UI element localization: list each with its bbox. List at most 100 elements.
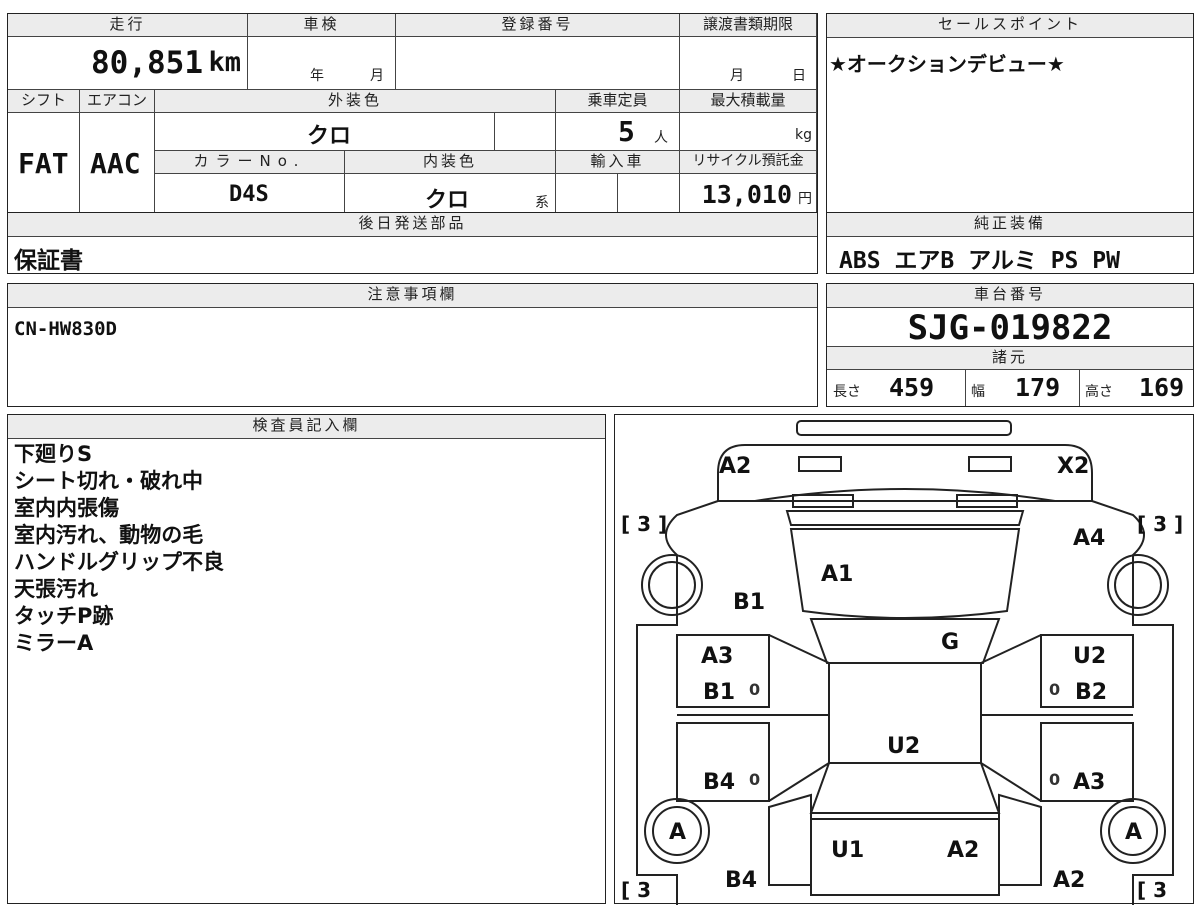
- specs-width-cell: 幅 179: [965, 369, 1080, 406]
- deadline-header: 譲渡書類期限: [680, 14, 817, 37]
- specs-height-cell: 高さ 169: [1079, 369, 1193, 406]
- mileage-unit: km: [208, 47, 241, 78]
- mark-b4-left: B4: [703, 770, 735, 795]
- mark-b1-door: B1: [703, 680, 735, 705]
- capacity-value: 5: [618, 115, 635, 148]
- specs-header: 諸元: [827, 346, 1193, 370]
- inspector-box: 検査員記入欄 下廻りS シート切れ・破れ中 室内内張傷 室内汚れ、動物の毛 ハン…: [7, 414, 606, 904]
- mark-a2-bottom-right: A2: [1053, 868, 1085, 893]
- wheel-front-right: [1107, 554, 1169, 616]
- height-label: 高さ: [1085, 384, 1113, 400]
- deadline-day-unit: 日: [792, 68, 806, 84]
- aircon-header: エアコン: [80, 90, 155, 113]
- max-load-header: 最大積載量: [680, 90, 817, 113]
- aircon-value: AAC: [90, 147, 141, 180]
- interior-color-value: クロ: [425, 188, 470, 213]
- inspection-month-unit: 月: [370, 68, 384, 84]
- registration-header: 登録番号: [396, 14, 680, 37]
- inspection-year-unit: 年: [310, 68, 324, 84]
- exterior-color-header: 外装色: [155, 90, 556, 113]
- cabin-front-pillar: [809, 618, 1001, 664]
- recycle-header: リサイクル預託金: [680, 151, 817, 174]
- selling-points-header: セールスポイント: [827, 14, 1193, 38]
- inspector-header: 検査員記入欄: [8, 415, 605, 439]
- zero-mark-2: 0: [1049, 680, 1060, 699]
- car-diagram: A2 X2 A4 A1 B1 G A3 B1 U2 B2 U2 B4 A3 A …: [621, 420, 1183, 905]
- zero-mark-1: 0: [749, 680, 760, 699]
- mileage-value: 80,851: [91, 45, 203, 81]
- vehicle-info-table: 走行 車検 登録番号 譲渡書類期限 80,851 km 年 月 月 日 シフト …: [7, 13, 818, 213]
- post-delivery-parts-box: 後日発送部品 保証書: [7, 212, 818, 274]
- mark-a2-top-left: A2: [719, 454, 751, 479]
- exterior-color-extra-cell: [495, 113, 556, 151]
- notes-header: 注意事項欄: [8, 284, 817, 308]
- selling-points-text: ★オークションデビュー★: [829, 52, 1065, 76]
- mark-g: G: [941, 630, 959, 655]
- mark-u1: U1: [831, 838, 864, 863]
- inspector-line: タッチP跡: [14, 604, 114, 628]
- car-diagram-box: A2 X2 A4 A1 B1 G A3 B1 U2 B2 U2 B4 A3 A …: [614, 414, 1194, 905]
- capacity-header: 乗車定員: [556, 90, 680, 113]
- tire-mark-top-left: [ 3 ]: [621, 512, 667, 536]
- wheel-front-left-inner: [648, 561, 696, 609]
- selling-points-box: セールスポイント ★オークションデビュー★: [826, 13, 1194, 213]
- inspector-line: 下廻りS: [14, 442, 93, 466]
- inspector-line: ハンドルグリップ不良: [14, 550, 224, 574]
- equipment-items: ABS エアB アルミ PS PW: [839, 248, 1120, 274]
- color-no-cell: D4S: [155, 174, 345, 213]
- mark-b1-left: B1: [733, 590, 765, 615]
- inspector-line: 室内内張傷: [14, 496, 119, 520]
- color-no-header: カラーNo.: [155, 151, 345, 174]
- recycle-value: 13,010: [701, 180, 792, 209]
- chassis-header: 車台番号: [827, 284, 1193, 308]
- recycle-unit: 円: [798, 191, 812, 207]
- tire-mark-bottom-right: [ 3: [1137, 878, 1167, 902]
- equipment-header: 純正装備: [827, 213, 1193, 237]
- connector-left-top: [768, 634, 830, 664]
- capacity-unit: 人: [654, 130, 668, 146]
- notes-box: 注意事項欄 CN-HW830D: [7, 283, 818, 407]
- height-value: 169: [1139, 373, 1185, 402]
- import-cell-right: [618, 174, 680, 213]
- exterior-color-value: クロ: [307, 124, 352, 149]
- inspection-header: 車検: [248, 14, 396, 37]
- inspector-line: シート切れ・破れ中: [14, 469, 203, 493]
- shift-value: FAT: [18, 147, 69, 180]
- connector-right-top: [980, 634, 1042, 664]
- length-value: 459: [889, 373, 935, 402]
- roof-bar: [796, 420, 1012, 436]
- tire-mark-top-right: [ 3 ]: [1137, 512, 1183, 536]
- deadline-month-unit: 月: [730, 68, 744, 84]
- mileage-header: 走行: [8, 14, 248, 37]
- mark-a3-right: A3: [1073, 770, 1105, 795]
- interior-color-cell: クロ 系: [345, 174, 556, 213]
- shift-header: シフト: [8, 90, 80, 113]
- grille: [785, 510, 1025, 526]
- mark-u2-center: U2: [887, 734, 920, 759]
- width-label: 幅: [971, 384, 985, 400]
- connector-right-bottom: [980, 762, 1042, 802]
- interior-color-suffix: 系: [535, 195, 549, 211]
- import-cell-left: [556, 174, 618, 213]
- chassis-number: SJG-019822: [907, 308, 1113, 348]
- inspector-line: ミラーA: [14, 631, 94, 655]
- equipment-box: 純正装備 ABS エアB アルミ PS PW: [826, 212, 1194, 274]
- notes-text: CN-HW830D: [14, 318, 117, 340]
- mark-a4: A4: [1073, 526, 1105, 551]
- mark-a-right: A: [1125, 820, 1142, 845]
- quarter-left: [768, 793, 812, 886]
- specs-length-cell: 長さ 459: [827, 369, 966, 406]
- post-delivery-header: 後日発送部品: [8, 213, 817, 237]
- aircon-cell: AAC: [80, 113, 155, 213]
- front-bumper-outline: [717, 444, 1093, 502]
- length-label: 長さ: [833, 384, 861, 400]
- recycle-cell: 13,010 円: [680, 174, 817, 213]
- inspection-cell: 年 月: [248, 37, 396, 90]
- registration-cell: [396, 37, 680, 90]
- chassis-box: 車台番号 SJG-019822 諸元 長さ 459 幅 179 高さ 169: [826, 283, 1194, 407]
- import-header: 輸入車: [556, 151, 680, 174]
- inspector-line: 天張汚れ: [14, 577, 98, 601]
- inspector-line: 室内汚れ、動物の毛: [14, 523, 204, 547]
- zero-mark-3: 0: [749, 770, 760, 789]
- headlamp-left: [798, 456, 842, 472]
